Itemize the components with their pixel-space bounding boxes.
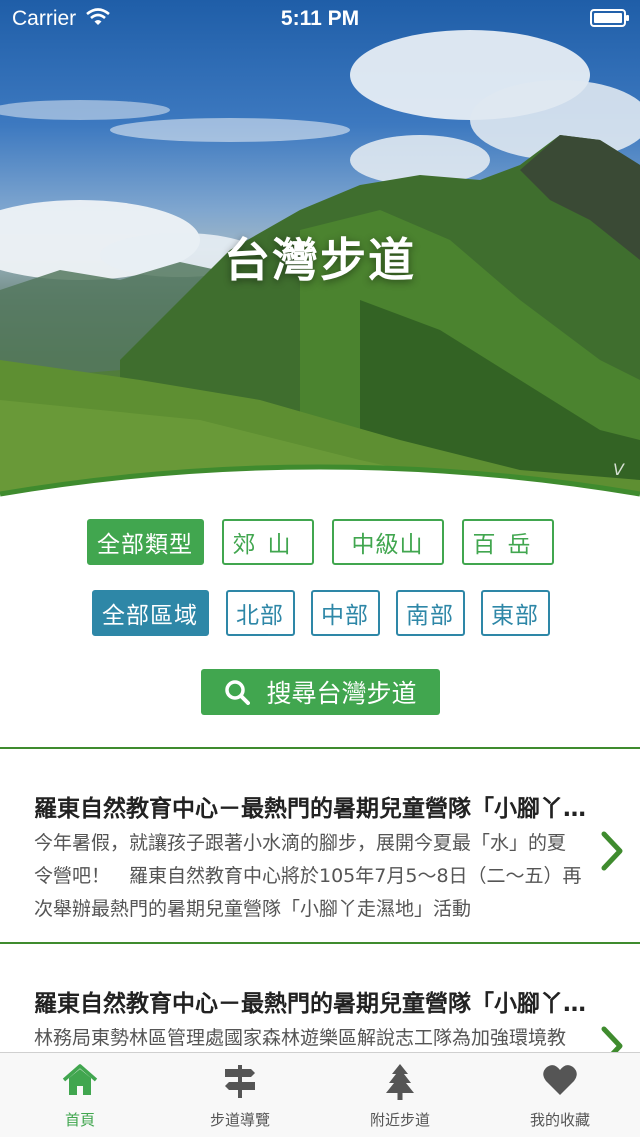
tab-trail-guide-label: 步道導覽 — [209, 1111, 270, 1129]
tree-icon — [386, 1064, 414, 1100]
search-icon — [225, 680, 251, 705]
tab-favorites[interactable]: 我的收藏 — [480, 1053, 640, 1137]
article-title: 羅東自然教育中心－最熱門的暑期兒童營隊「小腳丫走濕地」 — [34, 796, 594, 822]
signpost-icon — [225, 1065, 255, 1098]
status-bar: Carrier 5:11 PM — [0, 0, 640, 40]
region-filter: 全部區域 北部 中部 南部 東部 — [0, 590, 640, 636]
search-button-label: 搜尋台灣步道 — [266, 679, 417, 708]
tab-nearby-trails-label: 附近步道 — [369, 1111, 430, 1129]
hero-title: 台灣步道 — [224, 233, 416, 287]
tab-bar: 首頁 步道導覽 附近步道 我的收藏 — [0, 1052, 640, 1137]
tab-trail-guide[interactable]: 步道導覽 — [160, 1053, 320, 1137]
photo-credit: V — [613, 460, 624, 479]
search-trails-button[interactable]: 搜尋台灣步道 — [201, 669, 440, 715]
hero-banner: Carrier 5:11 PM 台灣步道 V — [0, 0, 640, 500]
filter-suburban-hills[interactable]: 郊山 — [221, 519, 314, 565]
article-list-item[interactable]: 羅東自然教育中心－最熱門的暑期兒童營隊「小腳丫走濕地」 今年暑假，就讓孩子跟著小… — [0, 749, 640, 939]
article-description: 今年暑假，就讓孩子跟著小水滴的腳步，展開今夏最「水」的夏令營吧！ 羅東自然教育中… — [34, 832, 582, 920]
battery-icon — [590, 9, 629, 27]
filter-all-regions[interactable]: 全部區域 — [91, 590, 209, 636]
tab-home[interactable]: 首頁 — [0, 1053, 160, 1137]
filter-all-types[interactable]: 全部類型 — [86, 519, 204, 565]
filter-mid-level-mountains[interactable]: 中級山 — [331, 519, 444, 565]
article-title: 羅東自然教育中心－最熱門的暑期兒童營隊「小腳丫走濕地」 — [34, 991, 594, 1017]
tab-home-label: 首頁 — [64, 1111, 95, 1129]
home-icon — [62, 1064, 98, 1095]
tab-nearby-trails[interactable]: 附近步道 — [320, 1053, 480, 1137]
filter-north[interactable]: 北部 — [225, 590, 295, 636]
filter-hundred-peaks[interactable]: 百岳 — [461, 519, 554, 565]
filter-east[interactable]: 東部 — [480, 590, 550, 636]
status-time: 5:11 PM — [280, 7, 360, 30]
filter-central[interactable]: 中部 — [310, 590, 380, 636]
tab-favorites-label: 我的收藏 — [529, 1111, 590, 1129]
heart-icon — [543, 1065, 577, 1095]
filter-south[interactable]: 南部 — [395, 590, 465, 636]
trail-type-filter: 全部類型 郊山 中級山 百岳 — [0, 519, 640, 565]
chevron-right-icon — [601, 831, 623, 871]
